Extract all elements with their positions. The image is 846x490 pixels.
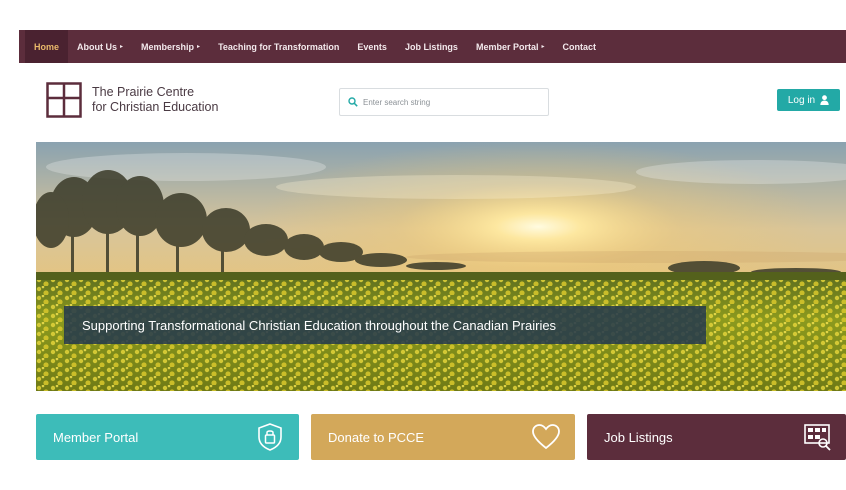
nav-item-membership[interactable]: Membership ▸ [132,30,209,63]
tile-label: Donate to PCCE [328,429,425,445]
nav-label: About Us [77,41,118,52]
donate-tile[interactable]: Donate to PCCE [311,414,575,460]
logo-text: The Prairie Centre for Christian Educati… [92,85,218,115]
search-input[interactable] [363,97,543,107]
hero-banner: Supporting Transformational Christian Ed… [36,142,846,391]
nav-label: Membership [141,41,195,52]
tile-label: Job Listings [604,429,673,445]
search-box[interactable] [339,88,549,116]
job-board-icon [804,424,831,451]
nav-item-job-listings[interactable]: Job Listings [396,30,467,63]
login-label: Log in [787,94,816,106]
site-logo[interactable]: The Prairie Centre for Christian Educati… [46,82,218,118]
job-listings-tile[interactable]: Job Listings [587,414,846,460]
nav-item-teaching-for-transformation[interactable]: Teaching for Transformation [209,30,348,63]
nav-item-contact[interactable]: Contact [554,30,606,63]
nav-label: Member Portal [475,41,539,52]
logo-line-2: for Christian Education [92,100,219,114]
caret-right-icon: ▸ [541,44,545,50]
lock-badge-icon [258,423,282,451]
nav-item-events[interactable]: Events [348,30,396,63]
caret-right-icon: ▸ [120,44,124,50]
member-portal-tile[interactable]: Member Portal [36,414,299,460]
nav-item-home[interactable]: Home [25,30,69,63]
nav-item-member-portal[interactable]: Member Portal ▸ [467,30,554,63]
logo-line-1: The Prairie Centre [92,85,195,99]
login-button[interactable]: Log in [777,89,840,111]
hero-tagline: Supporting Transformational Christian Ed… [64,306,706,344]
search-icon [348,97,358,107]
tile-label: Member Portal [53,429,139,445]
user-icon [820,95,829,105]
nav-item-about-us[interactable]: About Us ▸ [68,30,132,63]
main-nav: Home About Us ▸ Membership ▸ Teaching for … [19,30,846,63]
caret-right-icon: ▸ [197,44,201,50]
logo-mark-icon [46,82,82,118]
hero-image [36,142,846,391]
heart-icon [532,424,560,450]
